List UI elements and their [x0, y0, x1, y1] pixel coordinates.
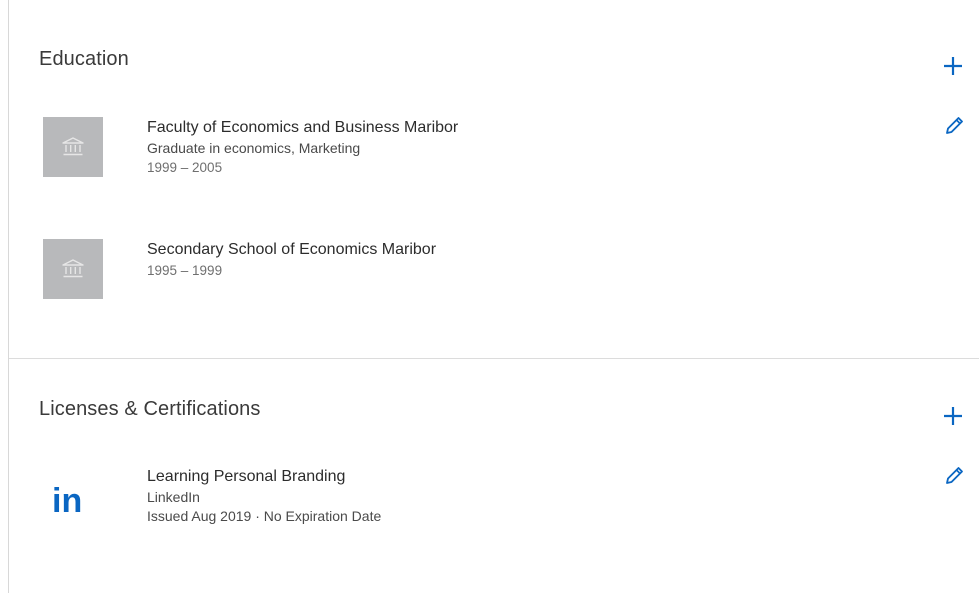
education-dates: 1995 – 1999 — [147, 263, 223, 278]
plus-icon — [944, 57, 962, 75]
add-education-button[interactable] — [938, 51, 968, 81]
edit-license-button[interactable] — [939, 461, 969, 491]
linkedin-logo: in — [50, 479, 98, 519]
add-license-button[interactable] — [938, 401, 968, 431]
school-name[interactable]: Secondary School of Economics Maribor — [147, 239, 907, 261]
licenses-section: Licenses & Certifications in Learning Pe… — [9, 360, 979, 593]
pencil-icon — [946, 117, 963, 134]
plus-icon — [944, 407, 962, 425]
certification-issued: Issued Aug 2019 · No Expiration Date — [147, 508, 382, 524]
school-logo — [43, 117, 103, 177]
school-logo — [43, 239, 103, 299]
svg-text:in: in — [52, 482, 82, 519]
certification-name[interactable]: Learning Personal Branding — [147, 466, 907, 488]
education-entry[interactable]: Faculty of Economics and Business Maribo… — [43, 117, 913, 197]
certification-issuer: LinkedIn — [147, 489, 200, 505]
license-entry[interactable]: in Learning Personal Branding LinkedIn I… — [43, 466, 913, 546]
education-entry-text: Secondary School of Economics Maribor 19… — [147, 239, 907, 280]
school-name[interactable]: Faculty of Economics and Business Maribo… — [147, 117, 907, 139]
education-entry[interactable]: Secondary School of Economics Maribor 19… — [43, 239, 913, 301]
licenses-title: Licenses & Certifications — [39, 398, 261, 420]
linkedin-logo-icon: in — [52, 482, 82, 519]
profile-page: Education Faculty of Economics and Busin… — [0, 0, 979, 593]
school-building-icon — [62, 137, 84, 156]
degree: Graduate in economics, Marketing — [147, 140, 361, 156]
section-divider — [9, 358, 979, 359]
school-building-icon — [62, 259, 84, 278]
education-section: Education Faculty of Economics and Busin… — [9, 0, 979, 359]
edit-education-button[interactable] — [939, 111, 969, 141]
education-title: Education — [39, 48, 129, 70]
education-dates: 1999 – 2005 — [147, 160, 223, 175]
license-entry-text: Learning Personal Branding LinkedIn Issu… — [147, 466, 907, 526]
pencil-icon — [946, 467, 963, 484]
education-entry-text: Faculty of Economics and Business Maribo… — [147, 117, 907, 177]
